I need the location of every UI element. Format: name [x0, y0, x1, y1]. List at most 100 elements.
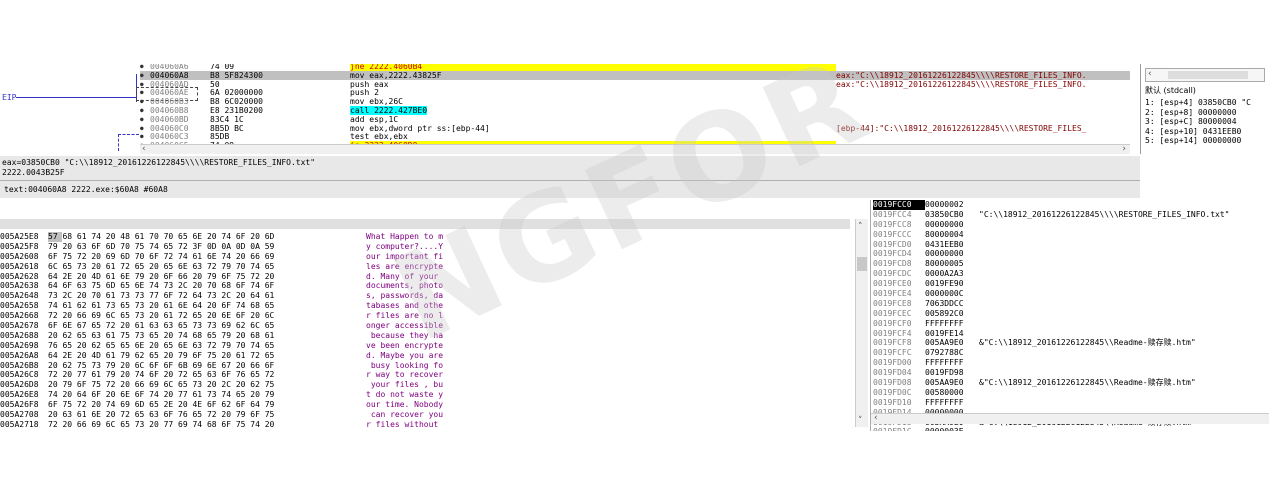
stack-value: 00000000 [925, 249, 964, 259]
stack-address: 0019FCEC [873, 308, 912, 318]
stack-row: 0019FCC4 03850CB0 "C:\\18912_2016122612284… [873, 210, 1229, 220]
callstack-arg: 3: [esp+C] 80000004 [1145, 117, 1237, 126]
stack-value: 0019FE14 [925, 328, 964, 338]
disasm-h-scrollbar[interactable]: ‹ › [140, 144, 1130, 154]
stack-address: 0019FCF0 [873, 318, 912, 328]
disasm-bytes: 83C4 1C [210, 114, 244, 124]
dump-ascii: r files are no l [366, 311, 444, 321]
disasm-row[interactable]: ● 004060A6 74 09 jne 2222.4060B4 [140, 64, 1130, 71]
dump-row: 005A2628 64 2E 20 4D 61 6E 79 20 6F 66 20… [0, 272, 443, 282]
dump-hex: 20 62 75 73 79 20 6C 6F 6F 6B 69 6E 67 2… [48, 360, 275, 370]
callstack-panel[interactable]: ‹ 默认 (stdcall) 1: [esp+4] 03850CB0 "C 2: … [1140, 64, 1269, 154]
row-bullet-icon: ● [140, 71, 144, 79]
stack-h-scrollbar[interactable]: ‹ [871, 413, 1269, 424]
dump-address: 005A26E8 [0, 390, 39, 400]
stack-address: 0019FCF8 [873, 338, 912, 348]
dump-row: 005A26B8 20 62 75 73 79 20 6C 6F 6F 6B 69… [0, 361, 443, 371]
disasm-row[interactable]: ● 004060AE 6A 02000000 push 2 [140, 88, 1130, 97]
dump-ascii: tabases and othe [366, 301, 444, 311]
stack-address: 0019FD08 [873, 378, 912, 388]
dump-ascii: t do not waste y [366, 390, 444, 400]
dump-hex: 20 62 65 63 61 75 73 65 20 74 68 65 79 2… [48, 330, 275, 340]
branch-line [118, 134, 139, 151]
stack-row: 0019FCD8 80000005 [873, 259, 1229, 269]
dump-hex: 73 2C 20 70 61 73 73 77 6F 72 64 73 2C 2… [48, 291, 275, 301]
stack-row: 0019FD10 FFFFFFFF [873, 398, 1229, 408]
stack-row: 0019FCC8 00000000 [873, 220, 1229, 230]
disasm-bytes: 50 [210, 79, 220, 89]
dump-ascii: our decryption K [366, 430, 443, 431]
row-bullet-icon: ● [140, 80, 144, 88]
disasm-row[interactable]: ● 004060C3 85DB test ebx,ebx [140, 132, 1130, 141]
dump-hex: 6F 75 72 20 64 65 63 72 79 70 74 69 6F 6… [48, 430, 366, 431]
dump-hex: 79 20 63 6F 6D 70 75 74 65 72 3F 0D 0A 0… [48, 241, 275, 251]
stack-value: 0792788C [925, 348, 964, 358]
dump-address: 005A2658 [0, 301, 39, 311]
dump-address: 005A2668 [0, 311, 39, 321]
scroll-left-icon[interactable]: ‹ [142, 144, 146, 154]
scroll-up-icon[interactable]: ˄ [858, 222, 863, 232]
stack-row: 0019FCC0 00000002 [873, 200, 1229, 210]
disasm-row[interactable]: ● 004060C0 8B5D BC mov ebx,dword ptr ss:[eb… [140, 124, 1130, 133]
stack-value: 0019FE90 [925, 279, 964, 289]
disasm-instruction: add esp,1C [350, 114, 399, 124]
dump-hex: 72 20 77 61 79 20 74 6F 20 72 65 63 6F 7… [48, 370, 275, 380]
disasm-instruction: jne 2222.4060B4 [350, 64, 836, 71]
disasm-instruction: push eax [350, 79, 389, 89]
disassembly-panel[interactable]: EIP ● 004060A6 74 09 jne 2222.4060B4 ● 004060… [0, 64, 1130, 154]
dump-ascii: our important fi [366, 251, 444, 261]
stack-value: 005AA9E0 [925, 338, 964, 348]
disasm-row[interactable]: ● 004060BD 83C4 1C add esp,1C [140, 115, 1130, 124]
stack-comment: "C:\\18912_20161226122845\\\\RESTORE_FIL… [979, 209, 1230, 219]
dump-address: 005A26C8 [0, 370, 39, 380]
disasm-row[interactable]: ● 004060AD 50 push eax eax:"C:\\18912_201612… [140, 80, 1130, 89]
dump-ascii: ve been encrypte [366, 340, 444, 350]
stack-address: 0019FCC0 [873, 200, 925, 210]
dump-ascii: d. Maybe you are [366, 350, 444, 360]
stack-address: 0019FCCC [873, 229, 912, 239]
stack-row: 0019FCF0 FFFFFFFF [873, 319, 1229, 329]
stack-address: 0019FCD0 [873, 239, 912, 249]
callstack-arg: 5: [esp+14] 00000000 [1145, 136, 1242, 145]
disasm-instruction: push 2 [350, 88, 379, 98]
dump-ascii: onger accessible [366, 321, 444, 331]
dump-hex: 72 20 66 69 6C 65 73 20 61 72 65 20 6E 6… [48, 311, 275, 321]
row-bullet-icon: ● [140, 64, 144, 70]
dump-header [0, 219, 850, 229]
row-bullet-icon: ● [140, 89, 144, 97]
dump-address: 005A25E8 [0, 232, 39, 241]
dump-row: 005A26C8 72 20 77 61 79 20 74 6F 20 72 65… [0, 370, 443, 380]
dump-ascii: can recover you [366, 410, 444, 420]
stack-panel[interactable]: 0019FCC0 00000002 0019FCC4 03850CB0 "C:\\189… [870, 200, 1269, 431]
stack-address: 0019FD04 [873, 368, 912, 378]
callstack-dropdown[interactable]: ‹ [1145, 68, 1265, 82]
disasm-row[interactable]: ● 004060B3 B8 6C020000 mov ebx,26C [140, 97, 1130, 106]
stack-comment: &"C:\\18912_20161226122845\\Readme-赎存赎.h… [979, 338, 1196, 348]
dump-ascii: your files , bu [366, 380, 444, 390]
scroll-down-icon[interactable]: ˅ [858, 416, 863, 426]
stack-address: 0019FD1C [873, 427, 925, 431]
dump-row: 005A2658 74 61 62 61 73 65 73 20 61 6E 64… [0, 301, 443, 311]
dump-hex: 6C 65 73 20 61 72 65 20 65 6E 63 72 79 7… [48, 261, 275, 271]
scroll-left-icon[interactable]: ‹ [874, 413, 878, 423]
stack-row: 0019FCDC 0000A2A3 [873, 269, 1229, 279]
stack-address: 0019FD10 [873, 397, 912, 407]
disasm-bytes: 85DB [210, 132, 230, 142]
dump-v-scrollbar[interactable]: ˄ ˅ [855, 219, 868, 427]
stack-address: 0019FCD4 [873, 249, 912, 259]
dump-row: 005A2688 20 62 65 63 61 75 73 65 20 74 68… [0, 331, 443, 341]
disasm-row[interactable]: ● 004060A8 B8 5F824300 mov eax,2222.43825F e… [140, 70, 1130, 80]
disasm-address: 004060BD [150, 114, 189, 124]
dump-panel[interactable]: 005A25E8 57 68 61 74 20 48 61 70 70 65 6E… [0, 205, 870, 431]
dump-hex: 64 6F 63 75 6D 65 6E 74 73 2C 20 70 68 6… [48, 281, 275, 291]
stack-value: FFFFFFFF [925, 358, 964, 368]
stack-value: 005892C0 [925, 308, 964, 318]
disasm-row[interactable]: ● 004060B8 E8 231B0200 call 2222.427BE0 [140, 105, 1130, 115]
dump-rows: 005A25E8 57 68 61 74 20 48 61 70 70 65 6E… [0, 232, 443, 431]
disasm-rows: ● 004060A6 74 09 jne 2222.4060B4 ● 004060A8 B8… [140, 64, 1130, 150]
info-pane: eax=03850CB0 "C:\\18912_20161226122845\\… [0, 156, 1140, 198]
dump-hex: 6F 75 72 20 69 6D 70 6F 72 74 61 6E 74 2… [48, 251, 275, 261]
scroll-right-icon[interactable]: › [1122, 144, 1126, 154]
scroll-thumb[interactable] [857, 257, 867, 271]
